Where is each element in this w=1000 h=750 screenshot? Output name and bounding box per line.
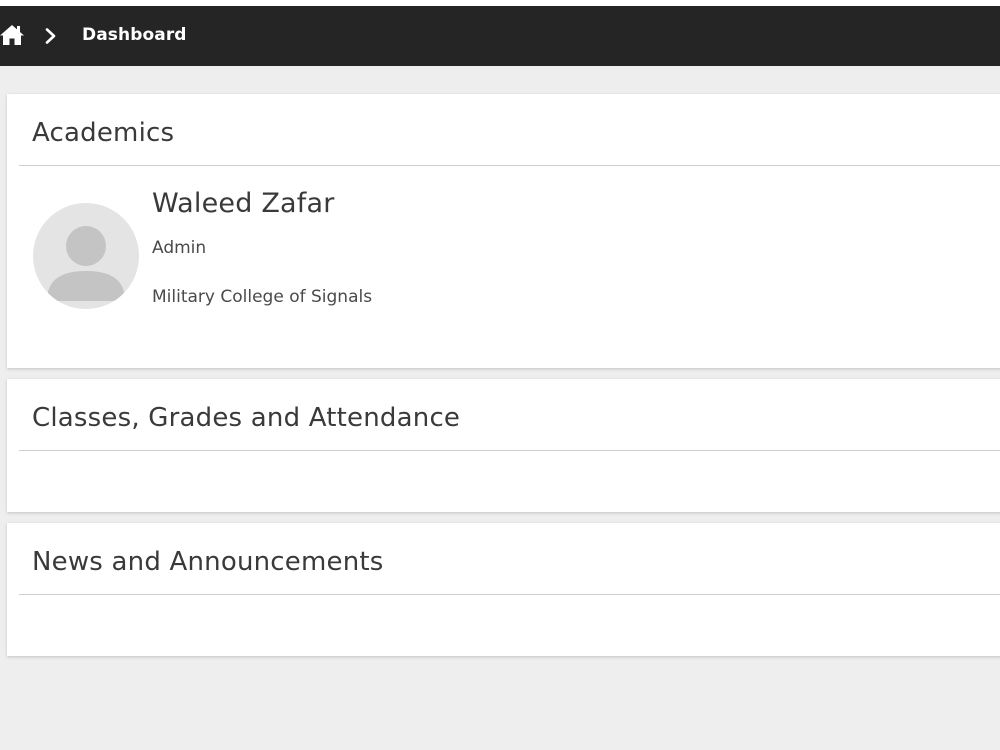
breadcrumb-bar: Dashboard xyxy=(0,6,1000,66)
navbar-spacer xyxy=(0,66,1000,78)
academics-card: Academics Waleed Zafar Admin Military Co… xyxy=(7,94,1000,368)
news-divider xyxy=(19,594,1000,595)
home-icon[interactable] xyxy=(0,24,24,46)
profile-role: Admin xyxy=(152,238,207,258)
academics-title: Academics xyxy=(32,118,175,148)
classes-card: Classes, Grades and Attendance xyxy=(7,379,1000,512)
chevron-right-icon xyxy=(45,28,56,44)
news-card: News and Announcements xyxy=(7,523,1000,656)
academics-divider xyxy=(19,165,1000,166)
user-avatar-icon xyxy=(33,203,139,309)
classes-title: Classes, Grades and Attendance xyxy=(32,403,461,433)
classes-divider xyxy=(19,450,1000,451)
news-title: News and Announcements xyxy=(32,547,384,577)
profile-name: Waleed Zafar xyxy=(152,188,335,219)
breadcrumb-current[interactable]: Dashboard xyxy=(82,24,187,46)
profile-organization: Military College of Signals xyxy=(152,287,373,307)
